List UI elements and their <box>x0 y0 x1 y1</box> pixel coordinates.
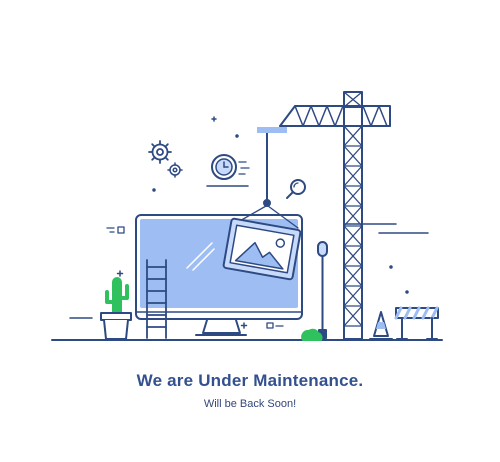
page-subtitle: Will be Back Soon! <box>203 398 297 410</box>
barrier-icon <box>394 306 439 340</box>
magnifier-icon <box>286 179 306 199</box>
image-icon <box>222 132 302 281</box>
plug-icon <box>106 226 125 234</box>
page-title: We are Under Maintenance. <box>136 371 364 390</box>
gear-icon <box>148 140 172 164</box>
gear-small-icon <box>167 162 183 178</box>
traffic-cone-icon <box>369 311 393 340</box>
monitor-port <box>266 322 274 329</box>
maintenance-illustration <box>51 91 443 341</box>
lamp-icon <box>317 241 328 339</box>
cactus-icon <box>100 277 132 340</box>
clock-icon <box>211 154 250 180</box>
